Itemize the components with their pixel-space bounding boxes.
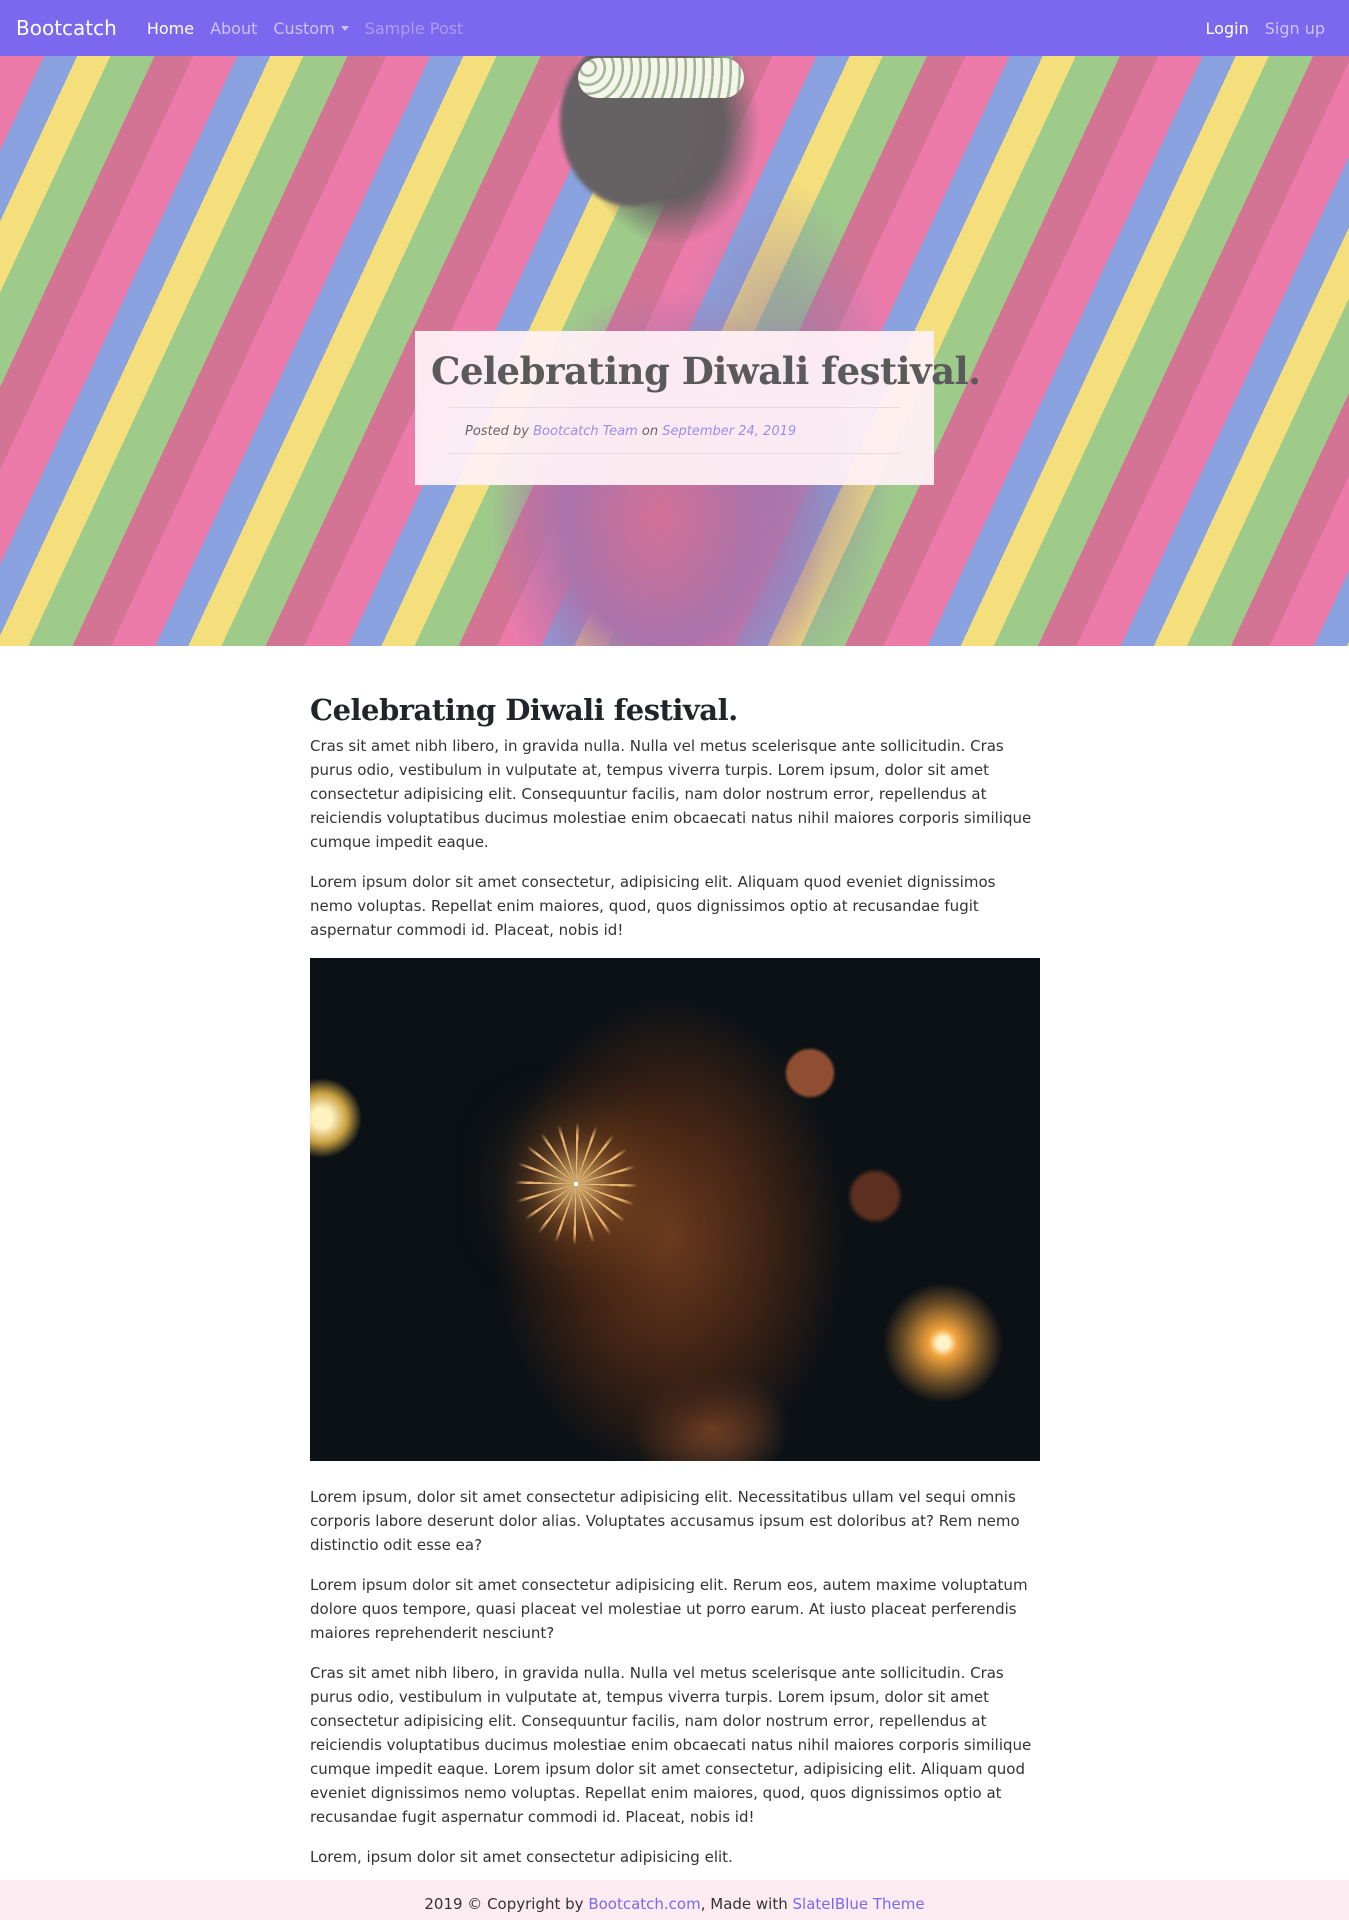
top-navbar: Bootcatch Home About Custom Sample Post … — [0, 0, 1349, 56]
nav-home-link[interactable]: Home — [139, 19, 202, 38]
post-paragraph: Cras sit amet nibh libero, in gravida nu… — [310, 1664, 1032, 1826]
nav-sample-post-link[interactable]: Sample Post — [357, 19, 472, 38]
post-paragraph: Lorem ipsum, dolor sit amet consectetur … — [310, 1488, 1020, 1554]
site-footer: 2019 © Copyright by Bootcatch.com, Made … — [0, 1880, 1349, 1920]
hero-banner: Celebrating Diwali festival. Posted by B… — [0, 56, 1349, 646]
nav-about-link[interactable]: About — [202, 19, 265, 38]
signup-link[interactable]: Sign up — [1257, 19, 1333, 38]
on-label: on — [641, 424, 659, 439]
post-meta: Posted by Bootcatch Team on September 24… — [449, 407, 900, 454]
copyright-text: 2019 © Copyright by — [424, 1895, 584, 1913]
chevron-down-icon — [340, 25, 349, 31]
hero-title-card: Celebrating Diwali festival. Posted by B… — [415, 331, 981, 485]
theme-link[interactable]: SlateIBlue Theme — [793, 1895, 925, 1913]
sparkler-photo — [310, 958, 1040, 1461]
date-link[interactable]: September 24, 2019 — [662, 424, 796, 439]
hero-title: Celebrating Diwali festival. — [431, 349, 981, 393]
nav-custom-dropdown[interactable]: Custom — [265, 19, 356, 38]
post-content: Celebrating Diwali festival. Cras sit am… — [310, 690, 1040, 1885]
site-link[interactable]: Bootcatch.com — [588, 1895, 700, 1913]
post-paragraph: Lorem ipsum dolor sit amet consectetur a… — [310, 1576, 1028, 1642]
brand-link[interactable]: Bootcatch — [16, 16, 117, 40]
post-paragraph: Lorem, ipsum dolor sit amet consectetur … — [310, 1848, 733, 1866]
post-paragraph: Lorem ipsum dolor sit amet consectetur, … — [310, 873, 996, 939]
post-paragraph: Cras sit amet nibh libero, in gravida nu… — [310, 737, 1032, 851]
post-title: Celebrating Diwali festival. — [310, 693, 738, 727]
login-link[interactable]: Login — [1198, 19, 1257, 38]
author-link[interactable]: Bootcatch Team — [533, 424, 638, 439]
main-nav: Home About Custom Sample Post — [139, 19, 471, 38]
posted-by-label: Posted by — [465, 424, 529, 439]
sparkler-glow — [574, 1182, 578, 1186]
auth-nav: Login Sign up — [1198, 19, 1333, 38]
nav-custom-label: Custom — [273, 18, 335, 38]
made-with-text: , Made with — [700, 1895, 788, 1913]
